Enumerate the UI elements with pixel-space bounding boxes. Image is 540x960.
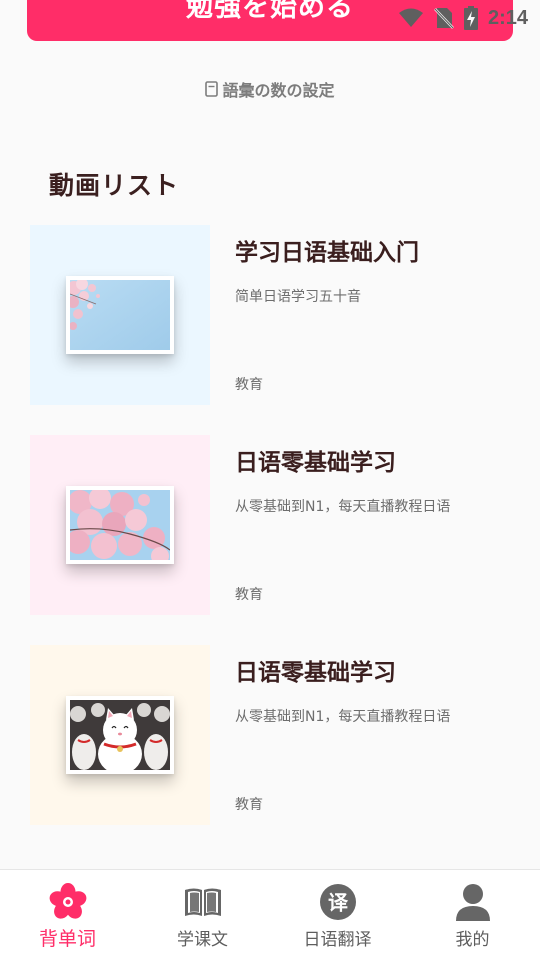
vocab-count-setting-link[interactable]: 語彙の数の設定: [0, 77, 540, 101]
maneki-neko-cats-image: [66, 696, 174, 774]
battery-charging-icon: [463, 6, 478, 30]
svg-text:译: 译: [328, 891, 349, 915]
video-category-tag: 教育: [235, 587, 263, 603]
video-title: 学习日语基础入门: [235, 240, 419, 266]
nav-item-profile[interactable]: 我的: [405, 870, 540, 960]
person-icon: [455, 884, 490, 921]
status-time: 2:14: [487, 6, 528, 29]
cherry-blossom-branch-image: [66, 486, 174, 564]
video-description: 简单日语学习五十音: [235, 289, 361, 305]
status-bar: 2:14: [398, 0, 540, 36]
cherry-blossom-sky-image: [66, 276, 174, 354]
nav-label: 学课文: [177, 930, 228, 950]
video-category-tag: 教育: [235, 797, 263, 813]
video-list-title: 動画リスト: [49, 171, 180, 200]
video-category-tag: 教育: [235, 377, 263, 393]
wifi-icon: [398, 8, 423, 27]
sakura-flower-icon: [49, 883, 86, 919]
nav-item-translate[interactable]: 译 日语翻译: [270, 870, 405, 960]
video-thumbnail: [30, 435, 210, 615]
video-title: 日语零基础学习: [235, 660, 396, 686]
video-card[interactable]: 学习日语基础入门 简单日语学习五十音 教育: [30, 225, 510, 405]
nav-label: 日语翻译: [303, 930, 372, 950]
video-description: 从零基础到N1，每天直播教程日语: [235, 499, 451, 515]
vocab-count-setting-label: 語彙の数の設定: [222, 81, 335, 100]
video-title: 日语零基础学习: [235, 450, 396, 476]
bottom-navigation: 背单词 学课文 译 日语翻译 我的: [0, 869, 540, 960]
video-card[interactable]: 日语零基础学习 从零基础到N1，每天直播教程日语 教育: [30, 645, 510, 825]
home-screen: 2:14 勉強を始める 語彙の数の設定 動画リスト 学习日语基础入门 简单日语学…: [0, 0, 540, 960]
document-icon: [205, 81, 219, 97]
translate-icon: 译: [319, 884, 356, 920]
video-thumbnail: [30, 225, 210, 405]
nav-item-vocabulary[interactable]: 背单词: [0, 870, 135, 960]
nav-label: 我的: [455, 930, 490, 950]
video-card[interactable]: 日语零基础学习 从零基础到N1，每天直播教程日语 教育: [30, 435, 510, 615]
video-thumbnail: [30, 645, 210, 825]
nav-label: 背单词: [38, 928, 96, 950]
open-book-icon: [184, 888, 221, 916]
nav-item-lessons[interactable]: 学课文: [135, 870, 270, 960]
start-study-label: 勉強を始める: [186, 0, 354, 23]
no-sim-icon: [434, 8, 454, 29]
video-description: 从零基础到N1，每天直播教程日语: [235, 709, 451, 725]
